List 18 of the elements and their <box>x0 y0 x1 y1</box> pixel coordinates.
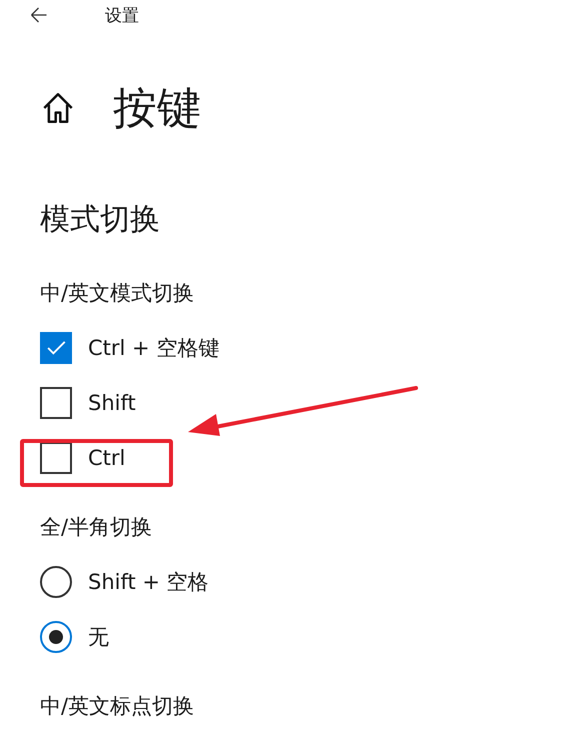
option-label: Ctrl <box>88 446 126 470</box>
window-title: 设置 <box>105 4 139 26</box>
option-label: 无 <box>88 624 109 651</box>
radio-button[interactable] <box>40 566 72 598</box>
group-label: 全/半角切换 <box>40 514 154 541</box>
home-icon[interactable] <box>42 92 74 124</box>
section-title: 模式切换 <box>40 201 161 239</box>
checkbox[interactable] <box>40 332 72 364</box>
checkbox[interactable] <box>40 442 72 474</box>
option-label: Ctrl + 空格键 <box>88 335 220 362</box>
radio-button[interactable] <box>40 621 72 653</box>
page-title: 按键 <box>113 82 201 136</box>
option-label: Shift <box>88 391 136 415</box>
back-icon[interactable] <box>30 7 48 23</box>
option-label: Shift + 空格 <box>88 569 209 596</box>
group-label: 中/英文模式切换 <box>40 280 196 307</box>
group-label: 中/英文标点切换 <box>40 693 196 720</box>
checkbox[interactable] <box>40 387 72 419</box>
